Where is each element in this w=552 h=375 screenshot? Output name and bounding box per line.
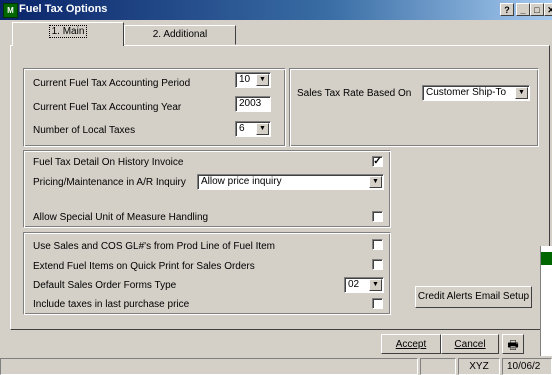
special-uom-checkbox[interactable] (372, 211, 383, 222)
extend-fuel-label: Extend Fuel Items on Quick Print for Sal… (33, 261, 255, 272)
forms-type-label: Default Sales Order Forms Type (33, 280, 177, 291)
accept-button[interactable]: Accept (381, 334, 441, 354)
tab-main[interactable]: 1. Main (12, 22, 124, 46)
status-company: XYZ (458, 358, 500, 375)
include-taxes-checkbox[interactable] (372, 298, 383, 309)
pricing-label: Pricing/Maintenance in A/R Inquiry (33, 177, 186, 188)
detail-history-checkbox[interactable]: ✓ (372, 156, 383, 167)
chevron-down-icon[interactable]: ▼ (369, 279, 382, 291)
sales-tax-label: Sales Tax Rate Based On (297, 88, 412, 99)
pricing-select[interactable]: Allow price inquiry ▼ (197, 174, 384, 190)
extend-fuel-checkbox[interactable] (372, 259, 383, 270)
year-label: Current Fuel Tax Accounting Year (33, 102, 182, 113)
cancel-button[interactable]: Cancel (441, 334, 499, 354)
period-select[interactable]: 10 ▼ (235, 72, 271, 88)
credit-alerts-button[interactable]: Credit Alerts Email Setup (415, 286, 532, 308)
local-taxes-value: 6 (239, 123, 245, 134)
title-bar: M Fuel Tax Options ? _ □ ✕ (0, 0, 552, 20)
accept-label: Accept (395, 339, 427, 350)
local-taxes-label: Number of Local Taxes (33, 125, 136, 136)
use-gl-checkbox[interactable] (372, 239, 383, 250)
minimize-button[interactable]: _ (516, 3, 530, 16)
year-value: 2003 (239, 98, 262, 109)
sales-tax-group (289, 68, 539, 147)
pricing-value: Allow price inquiry (201, 176, 282, 187)
status-bar-cell (420, 358, 456, 375)
sales-tax-select[interactable]: Customer Ship-To ▼ (422, 85, 530, 101)
cancel-label: Cancel (454, 339, 486, 350)
status-date: 10/06/2 (502, 358, 552, 375)
period-label: Current Fuel Tax Accounting Period (33, 78, 191, 89)
close-button[interactable]: ✕ (544, 3, 552, 16)
period-value: 10 (239, 74, 251, 85)
maximize-button[interactable]: □ (530, 3, 544, 16)
use-gl-label: Use Sales and COS GL#'s from Prod Line o… (33, 241, 276, 252)
special-uom-label: Allow Special Unit of Measure Handling (33, 212, 209, 223)
chevron-down-icon[interactable]: ▼ (256, 123, 269, 135)
status-bar-main (0, 358, 418, 375)
forms-type-select[interactable]: 02 ▼ (344, 277, 384, 293)
tab-main-label: 1. Main (48, 25, 88, 38)
window-title: Fuel Tax Options (19, 3, 108, 15)
checkmark-icon: ✓ (373, 156, 382, 167)
app-icon: M (3, 3, 18, 18)
local-taxes-select[interactable]: 6 ▼ (235, 121, 271, 137)
tab-additional-label: 2. Additional (152, 29, 208, 40)
chevron-down-icon[interactable]: ▼ (256, 74, 269, 86)
print-button[interactable]: 🖶 (502, 334, 524, 354)
tab-additional[interactable]: 2. Additional (124, 25, 236, 45)
include-taxes-label: Include taxes in last purchase price (33, 299, 190, 310)
year-input[interactable]: 2003 (235, 96, 271, 112)
forms-type-value: 02 (348, 279, 360, 290)
detail-history-label: Fuel Tax Detail On History Invoice (33, 157, 184, 168)
background-app-icon (541, 252, 552, 265)
sales-tax-value: Customer Ship-To (426, 87, 507, 98)
chevron-down-icon[interactable]: ▼ (515, 87, 528, 99)
printer-icon: 🖶 (507, 338, 519, 352)
help-button[interactable]: ? (500, 3, 514, 16)
chevron-down-icon[interactable]: ▼ (369, 176, 382, 188)
